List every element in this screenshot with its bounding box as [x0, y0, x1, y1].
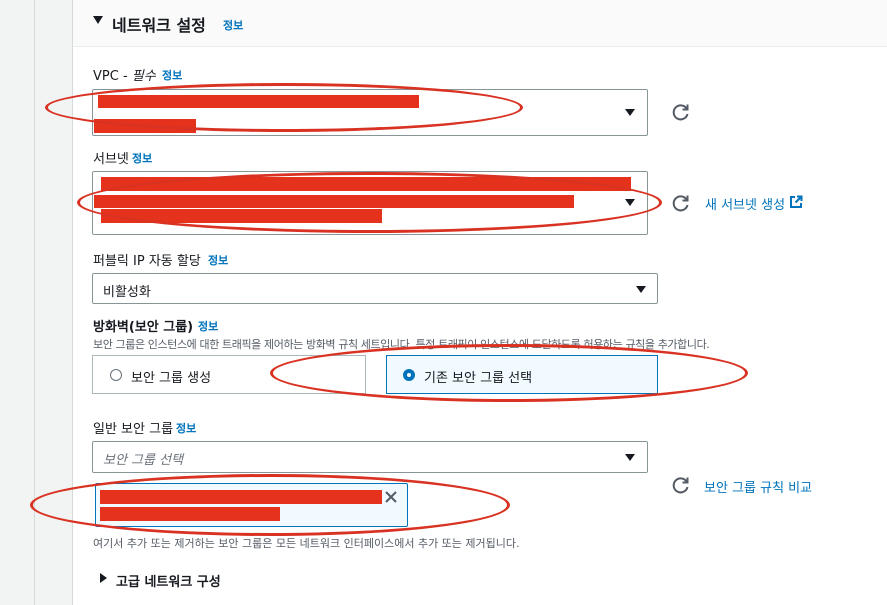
- create-sg-radio[interactable]: [110, 369, 122, 381]
- create-sg-label: 보안 그룹 생성: [131, 371, 212, 386]
- collapse-caret-icon[interactable]: [93, 16, 103, 24]
- public-ip-info-link[interactable]: 정보: [208, 252, 228, 268]
- annotation-ellipse-vpc: [45, 83, 523, 132]
- subnet-refresh-icon[interactable]: [671, 193, 691, 213]
- create-subnet-link[interactable]: 새 서브넷 생성: [705, 194, 785, 213]
- section-info-link[interactable]: 정보: [223, 17, 243, 33]
- vpc-dropdown-icon[interactable]: [625, 109, 635, 116]
- sg-refresh-icon[interactable]: [671, 475, 691, 495]
- sg-dropdown-icon[interactable]: [625, 454, 635, 461]
- firewall-label: 방화벽(보안 그룹): [93, 320, 194, 335]
- annotation-ellipse-sg-token: [30, 474, 510, 536]
- expand-caret-icon[interactable]: [100, 573, 107, 583]
- public-ip-value: 비활성화: [103, 285, 151, 300]
- public-ip-label: 퍼블릭 IP 자동 할당: [93, 254, 201, 269]
- compare-sg-rules-link[interactable]: 보안 그룹 규칙 비교: [704, 477, 812, 496]
- public-ip-dropdown-icon[interactable]: [636, 286, 646, 293]
- sg-note: 여기서 추가 또는 제거하는 보안 그룹은 모든 네트워크 인터페이스에서 추가…: [93, 537, 520, 550]
- vpc-info-link[interactable]: 정보: [162, 67, 182, 83]
- firewall-info-link[interactable]: 정보: [198, 318, 218, 334]
- annotation-ellipse-existing-sg: [270, 344, 748, 402]
- section-title: 네트워크 설정: [112, 16, 206, 35]
- sg-placeholder: 보안 그룹 선택: [103, 453, 184, 468]
- subnet-info-link[interactable]: 정보: [132, 150, 152, 166]
- advanced-network-toggle[interactable]: 고급 네트워크 구성: [116, 571, 221, 590]
- sg-info-link[interactable]: 정보: [176, 420, 196, 436]
- subnet-label: 서브넷: [93, 152, 129, 167]
- external-link-icon[interactable]: [789, 195, 803, 209]
- vpc-label: VPC - 필수: [93, 69, 156, 84]
- annotation-ellipse-subnet: [77, 172, 662, 233]
- sg-label: 일반 보안 그룹: [93, 422, 174, 437]
- public-ip-select[interactable]: [92, 273, 658, 304]
- vpc-refresh-icon[interactable]: [671, 102, 691, 122]
